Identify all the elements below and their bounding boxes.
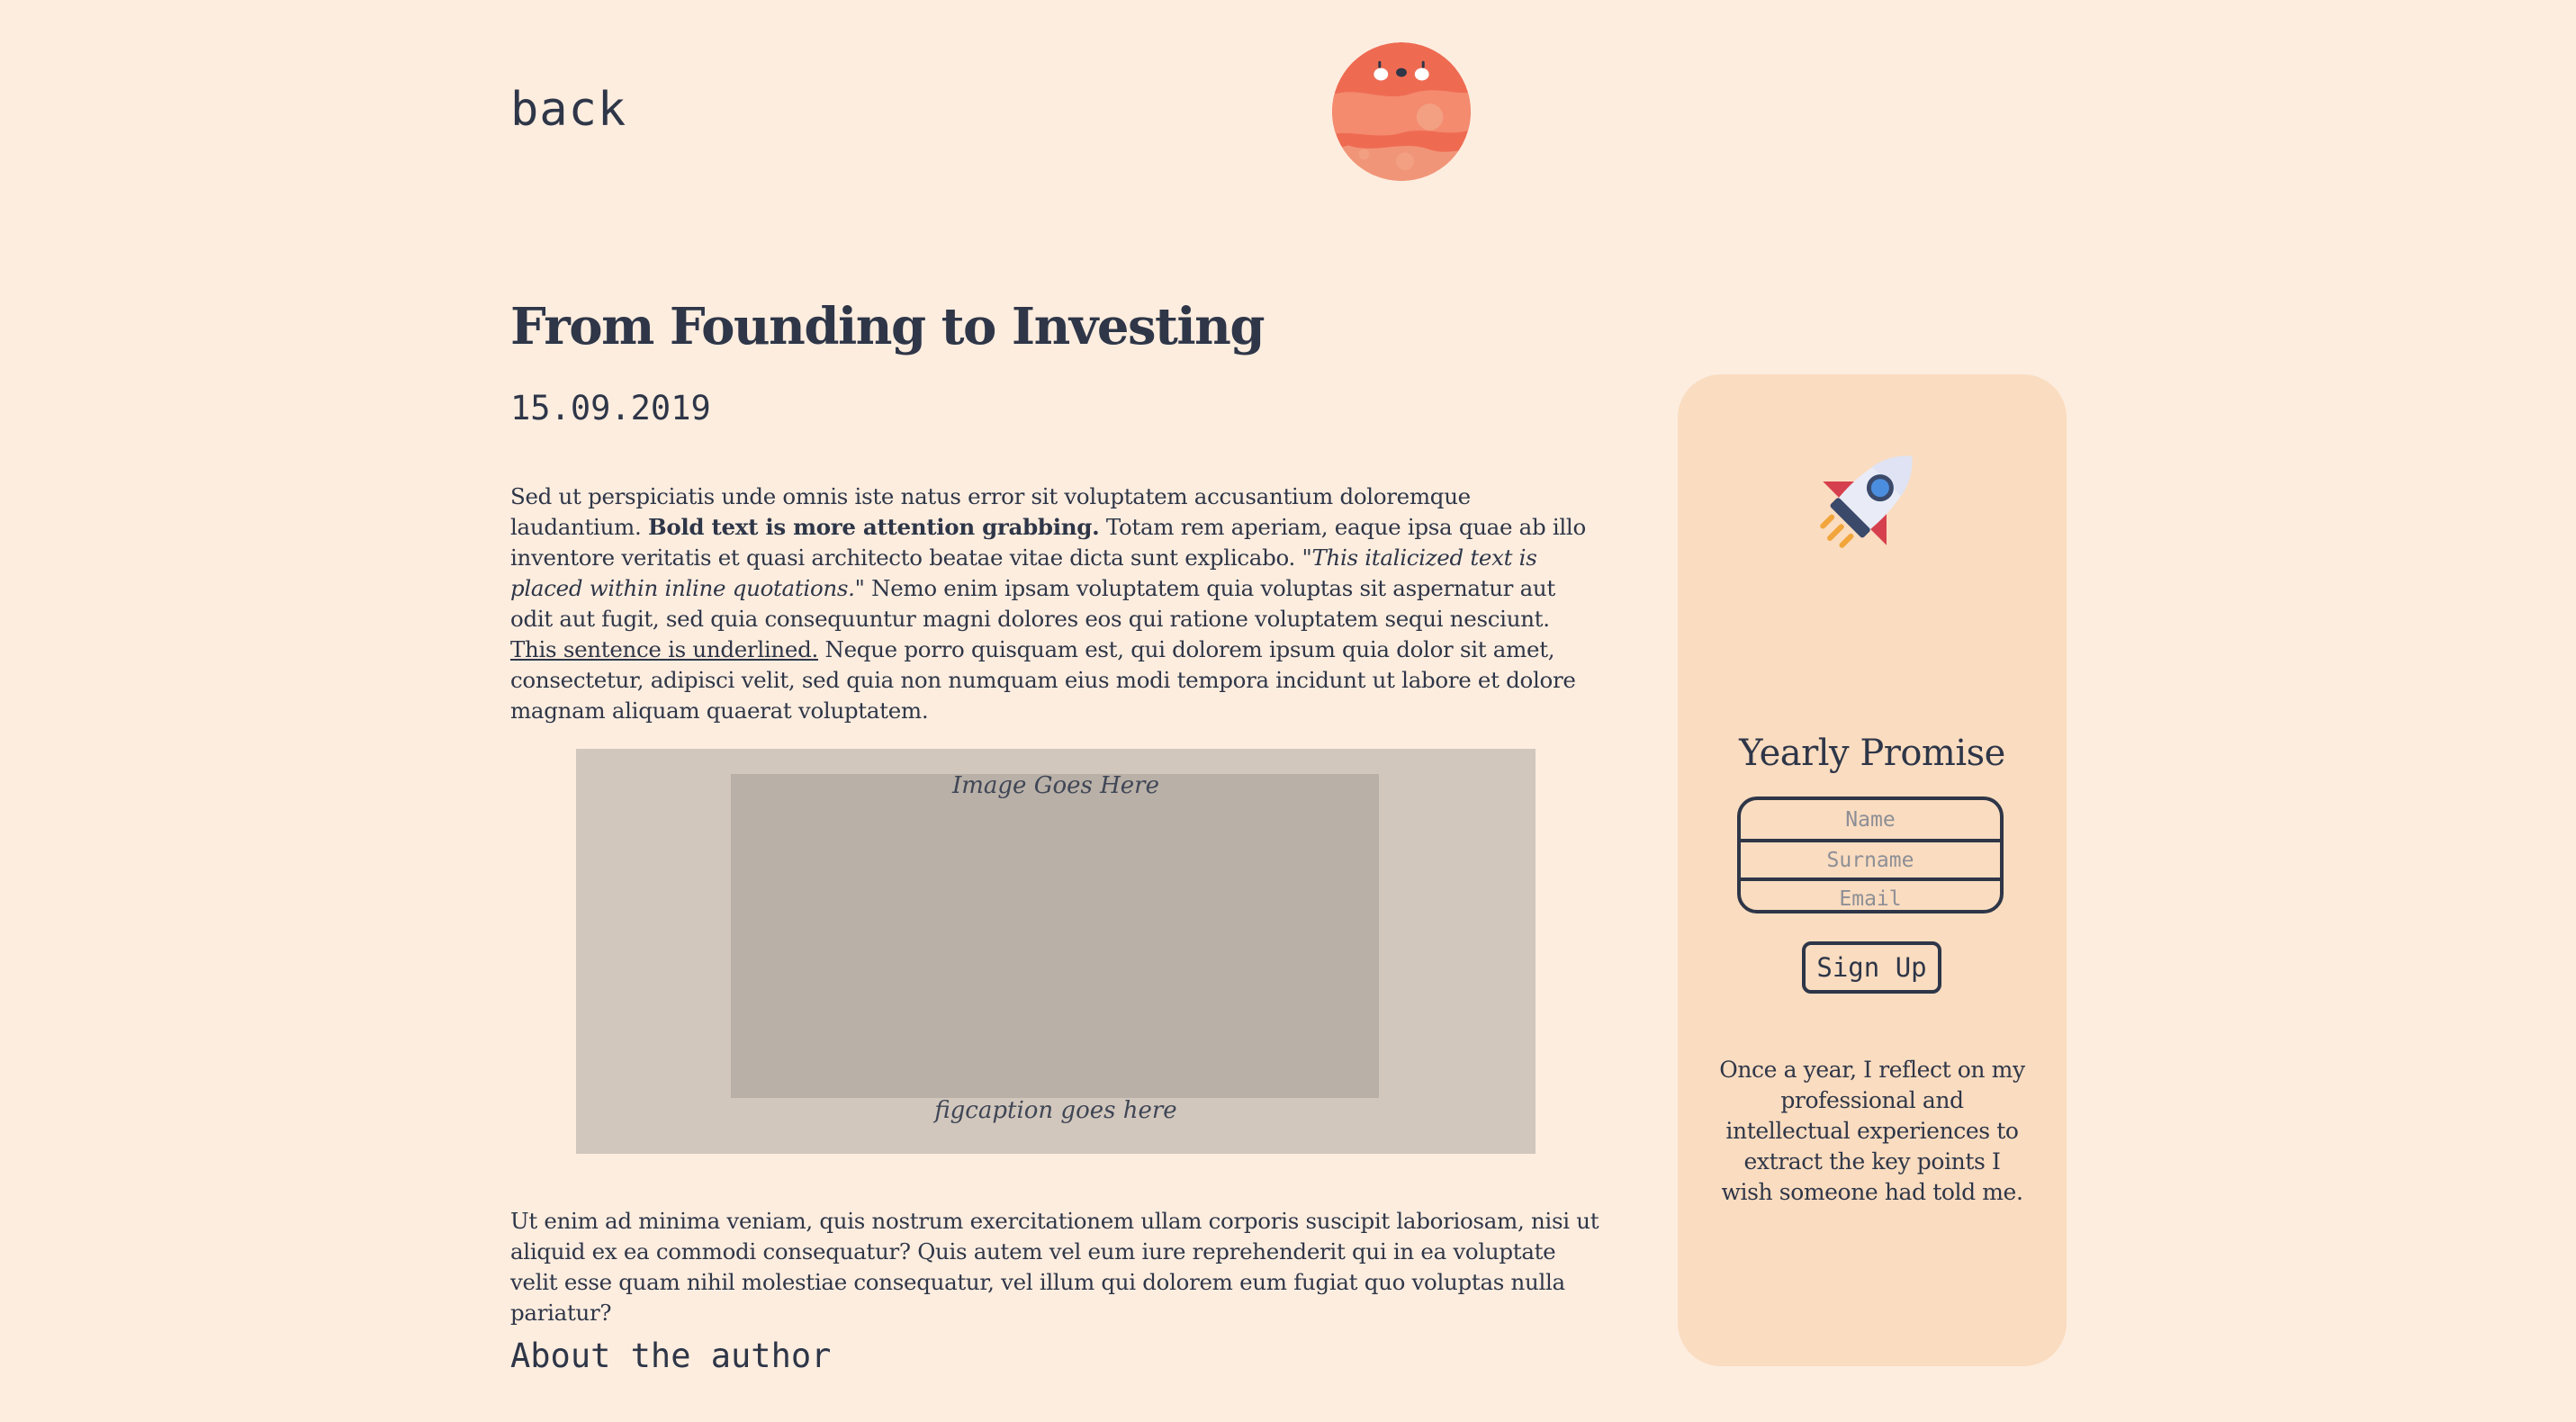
article-figure: Image Goes Here figcaption goes here: [576, 749, 1536, 1154]
back-link[interactable]: back: [510, 83, 626, 137]
planet-face-icon[interactable]: [1330, 40, 1473, 183]
name-input[interactable]: [1741, 800, 2000, 839]
image-placeholder-label: Image Goes Here: [951, 772, 1159, 799]
bold-text: Bold text is more attention grabbing.: [647, 514, 1100, 540]
sidebar-title: Yearly Promise: [1739, 733, 2005, 774]
article-paragraph-1: Sed ut perspiciatis unde omnis iste natu…: [510, 482, 1599, 726]
image-placeholder: [731, 774, 1379, 1098]
sidebar-description: Once a year, I reflect on my professiona…: [1719, 1057, 2025, 1205]
figcaption: figcaption goes here: [934, 1097, 1177, 1124]
article-title: From Founding to Investing: [510, 297, 1265, 356]
email-input[interactable]: [1741, 878, 2000, 910]
rocket-icon: [1820, 455, 1913, 548]
sign-up-button[interactable]: Sign Up: [1802, 941, 1941, 994]
signup-form: [1737, 796, 2004, 914]
newsletter-sidebar: Yearly Promise Sign Up Once a year, I re…: [1678, 374, 2067, 1366]
about-author-heading: About the author: [510, 1336, 832, 1375]
surname-input[interactable]: [1741, 839, 2000, 878]
article-paragraph-2: Ut enim ad minima veniam, quis nostrum e…: [510, 1208, 1599, 1326]
article-date: 15.09.2019: [510, 389, 711, 428]
underlined-text: This sentence is underlined.: [510, 636, 818, 662]
